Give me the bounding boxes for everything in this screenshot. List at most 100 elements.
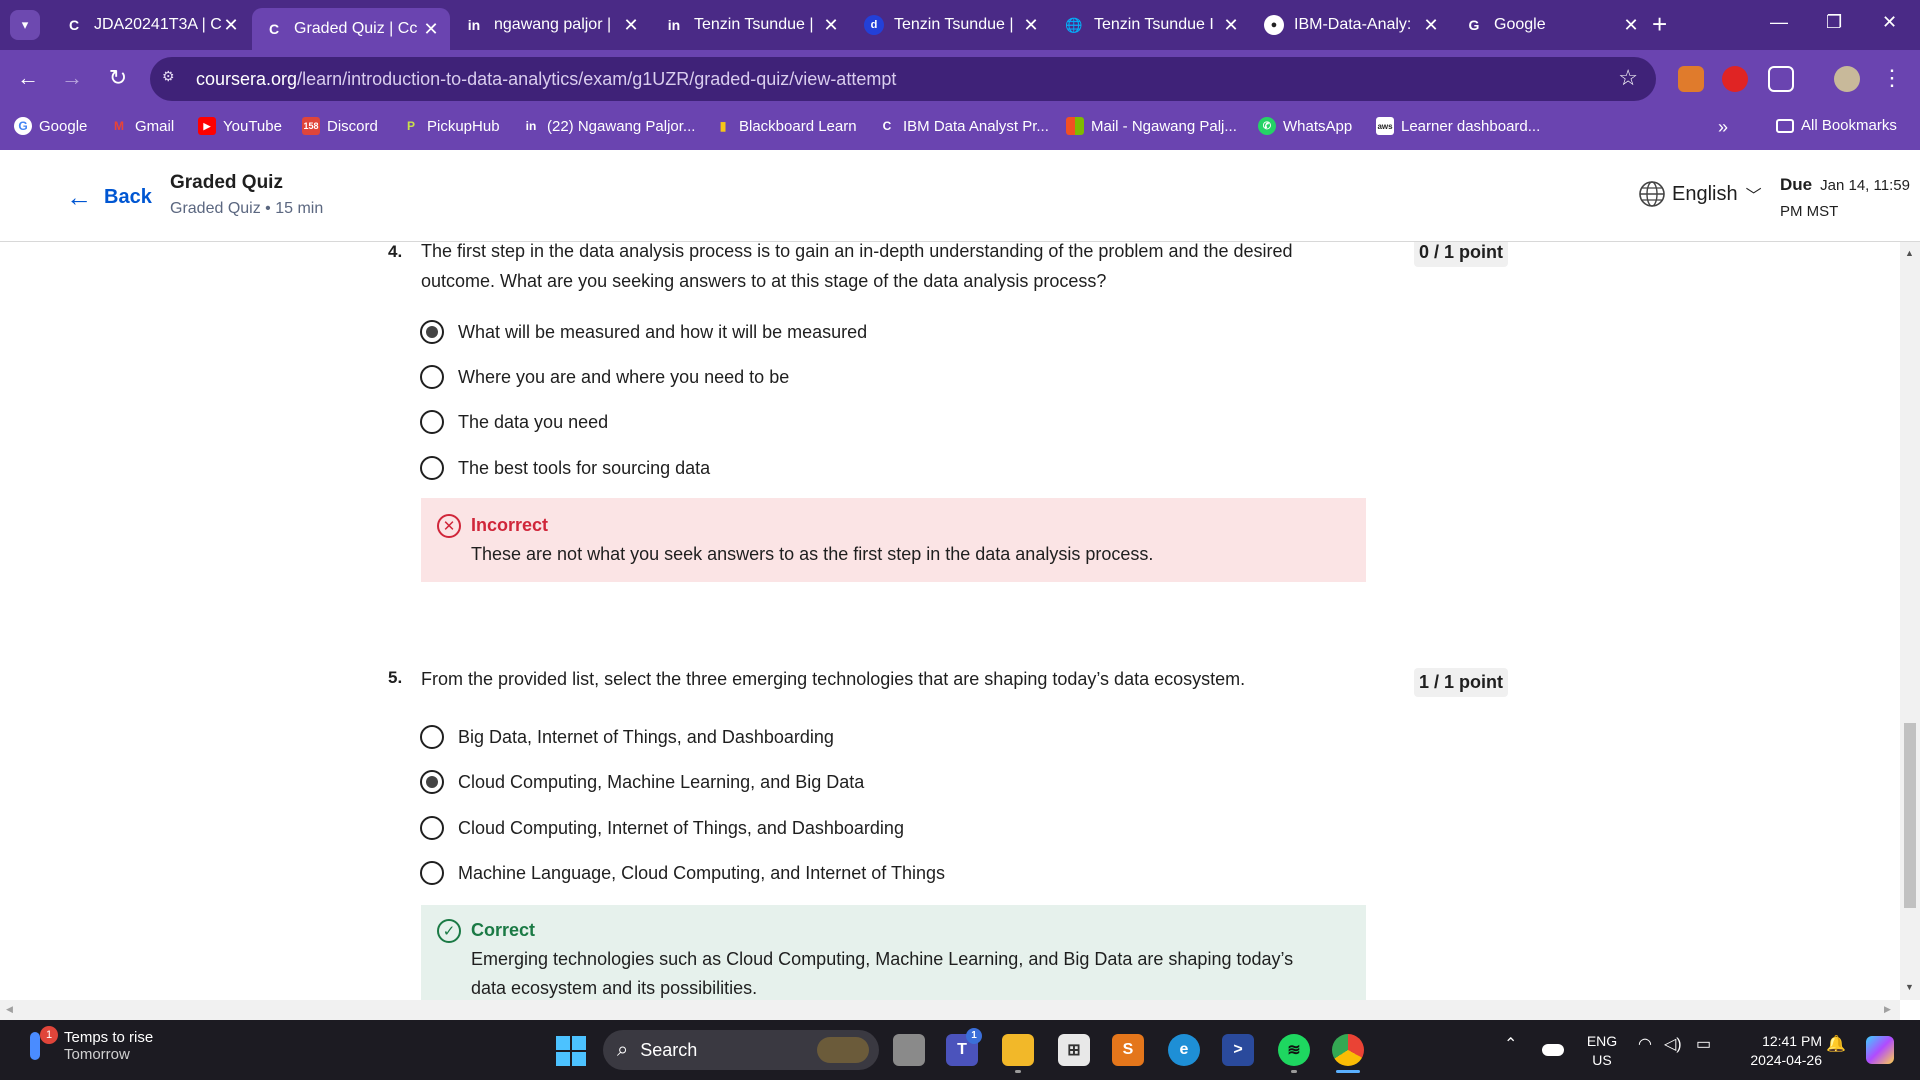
new-tab-plus-icon[interactable]: + (1652, 10, 1667, 38)
answer-option[interactable]: What will be measured and how it will be… (420, 320, 867, 344)
active-indicator (1336, 1070, 1360, 1073)
weather-widget[interactable]: 1 Temps to rise Tomorrow (26, 1026, 153, 1064)
close-icon[interactable]: ✕ (1022, 15, 1040, 36)
onedrive-cloud-icon[interactable] (1542, 1044, 1564, 1056)
powershell-icon[interactable]: > (1222, 1034, 1254, 1066)
browser-toolbar: ← → ↻ ⚙ coursera.org/learn/introduction-… (0, 50, 1920, 108)
browser-tab[interactable]: ● IBM-Data-Analy: ✕ (1252, 8, 1450, 42)
reload-icon[interactable]: ↻ (102, 62, 134, 94)
taskbar-search[interactable]: ⌕ Search (603, 1030, 879, 1070)
browser-tab[interactable]: G Google ✕ (1452, 8, 1650, 42)
radio-button[interactable] (420, 861, 444, 885)
check-circle-icon: ✓ (437, 919, 461, 943)
minimize-icon[interactable]: — (1770, 12, 1788, 33)
menu-kebab-icon[interactable]: ⋮ (1876, 62, 1908, 94)
file-explorer-icon[interactable] (1002, 1034, 1034, 1066)
bookmark-gmail[interactable]: M Gmail (110, 117, 174, 135)
sublime-text-icon[interactable]: S (1112, 1034, 1144, 1066)
microsoft-store-icon[interactable]: ⊞ (1058, 1034, 1090, 1066)
volume-icon[interactable]: ◁) (1664, 1034, 1682, 1054)
linkedin-icon: in (525, 119, 537, 133)
windows-taskbar: 1 Temps to rise Tomorrow ⌕ Search T 1 ⊞ … (0, 1020, 1920, 1080)
windows-start-icon[interactable] (556, 1036, 586, 1066)
url-text[interactable]: coursera.org/learn/introduction-to-data-… (196, 69, 896, 90)
window-close-icon[interactable]: ✕ (1882, 12, 1897, 33)
back-arrow-icon[interactable]: ← (12, 62, 44, 94)
input-language-indicator[interactable]: ENG US (1580, 1032, 1624, 1070)
radio-button[interactable] (420, 365, 444, 389)
bookmark-star-icon[interactable]: ☆ (1618, 65, 1638, 91)
horizontal-scrollbar[interactable]: ◀ ▶ (0, 1000, 1900, 1020)
chrome-icon[interactable] (1332, 1034, 1364, 1066)
forward-arrow-icon[interactable]: → (56, 62, 88, 94)
spotify-icon[interactable]: ≋ (1278, 1034, 1310, 1066)
bookmark-learner-dashboard[interactable]: aws Learner dashboard... (1376, 117, 1540, 135)
task-view-icon[interactable] (893, 1034, 925, 1066)
close-icon[interactable]: ✕ (1222, 15, 1240, 36)
browser-tab-active[interactable]: C Graded Quiz | Cc ✕ (252, 8, 450, 50)
more-bookmarks-chevron-icon[interactable]: » (1718, 117, 1728, 138)
browser-tab[interactable]: in Tenzin Tsundue | ✕ (652, 8, 850, 42)
all-bookmarks-folder[interactable]: All Bookmarks (1776, 117, 1897, 134)
scroll-right-arrow-icon[interactable]: ▶ (1884, 1004, 1891, 1015)
scroll-up-arrow-icon[interactable]: ▲ (1905, 248, 1914, 258)
radio-button-selected[interactable] (420, 320, 444, 344)
answer-option[interactable]: Cloud Computing, Machine Learning, and B… (420, 770, 864, 794)
radio-button[interactable] (420, 456, 444, 480)
system-clock[interactable]: 12:41 PM 2024-04-26 (1730, 1032, 1822, 1070)
adblock-extension-icon[interactable] (1722, 66, 1748, 92)
pickuphub-icon: P (406, 119, 415, 133)
close-icon[interactable]: ✕ (1422, 15, 1440, 36)
browser-tab[interactable]: d Tenzin Tsundue | ✕ (852, 8, 1050, 42)
metamask-extension-icon[interactable] (1678, 66, 1704, 92)
answer-option[interactable]: Big Data, Internet of Things, and Dashbo… (420, 725, 834, 749)
close-icon[interactable]: ✕ (822, 15, 840, 36)
bookmark-discord[interactable]: 158 Discord (302, 117, 378, 135)
radio-button[interactable] (420, 816, 444, 840)
scroll-down-arrow-icon[interactable]: ▼ (1905, 982, 1914, 992)
browser-tab[interactable]: C JDA20241T3A | C ✕ (52, 8, 250, 42)
bookmark-google[interactable]: G Google (14, 117, 87, 135)
tab-search-chevron-icon[interactable]: ▾ (10, 10, 40, 40)
notification-bell-icon[interactable]: 🔔 (1826, 1034, 1846, 1054)
teams-icon[interactable]: T 1 (946, 1028, 982, 1066)
answer-option[interactable]: The best tools for sourcing data (420, 456, 710, 480)
bookmark-ibm-data-analyst[interactable]: C IBM Data Analyst Pr... (878, 117, 1049, 135)
bookmark-youtube[interactable]: ▶ YouTube (198, 117, 282, 135)
wifi-icon[interactable]: ◠ (1638, 1034, 1652, 1054)
restore-icon[interactable]: ❐ (1826, 12, 1842, 33)
bookmark-linkedin[interactable]: in (22) Ngawang Paljor... (522, 117, 696, 135)
close-icon[interactable]: ✕ (222, 15, 240, 36)
answer-option[interactable]: Where you are and where you need to be (420, 365, 789, 389)
profile-avatar[interactable] (1834, 66, 1860, 92)
radio-button-selected[interactable] (420, 770, 444, 794)
extensions-puzzle-icon[interactable] (1768, 66, 1794, 92)
linkedin-icon: in (667, 17, 681, 33)
bookmark-mail[interactable]: Mail - Ngawang Palj... (1066, 117, 1237, 135)
close-icon[interactable]: ✕ (422, 19, 440, 40)
vertical-scrollbar[interactable]: ▲ ▼ (1900, 242, 1920, 1000)
question-number: 4. (388, 242, 403, 261)
back-button[interactable]: ← Back (66, 182, 152, 213)
chevron-up-icon[interactable]: ⌃ (1504, 1034, 1517, 1054)
address-bar[interactable]: ⚙ coursera.org/learn/introduction-to-dat… (150, 57, 1656, 101)
scroll-left-arrow-icon[interactable]: ◀ (6, 1004, 13, 1015)
answer-option[interactable]: Cloud Computing, Internet of Things, and… (420, 816, 904, 840)
close-icon[interactable]: ✕ (622, 15, 640, 36)
browser-tab[interactable]: in ngawang paljor | ✕ (452, 8, 650, 42)
battery-icon[interactable]: ▭ (1696, 1034, 1711, 1054)
answer-option[interactable]: Machine Language, Cloud Computing, and I… (420, 861, 945, 885)
radio-button[interactable] (420, 410, 444, 434)
close-icon[interactable]: ✕ (1622, 15, 1640, 36)
bookmark-blackboard[interactable]: ▮ Blackboard Learn (714, 117, 857, 135)
answer-option[interactable]: The data you need (420, 410, 608, 434)
radio-button[interactable] (420, 725, 444, 749)
copilot-icon[interactable] (1866, 1036, 1894, 1064)
language-selector[interactable]: English ﹀ (1638, 180, 1762, 208)
edge-icon[interactable]: e (1168, 1034, 1200, 1066)
bookmark-pickuphub[interactable]: P PickupHub (402, 117, 500, 135)
scrollbar-thumb[interactable] (1904, 723, 1916, 908)
bookmark-whatsapp[interactable]: ✆ WhatsApp (1258, 117, 1352, 135)
browser-tab[interactable]: 🌐 Tenzin Tsundue I ✕ (1052, 8, 1250, 42)
site-info-icon[interactable]: ⚙ (162, 68, 184, 90)
